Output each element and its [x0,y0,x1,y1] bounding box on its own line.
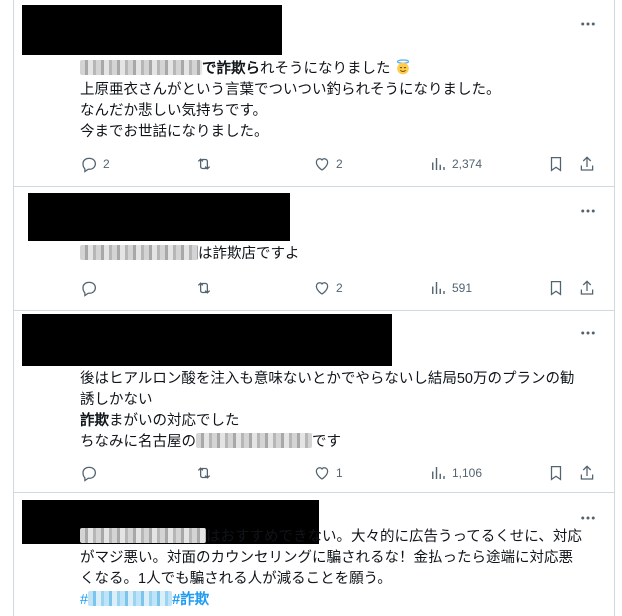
blurred-name [80,60,202,75]
post-line: くなる。1人でも騙される人が減ることを願う。 [80,571,392,587]
post-2[interactable]: は詐欺店ですよ 2 591 [14,187,614,311]
line-text: ちなみに名古屋の [80,434,196,450]
like-button[interactable]: 2 [313,154,343,174]
post-text: で詐欺られそうになりました 上原亜衣さんがという言葉でついつい釣られそうになりま… [80,59,602,143]
blurred-hashtag[interactable] [88,591,173,606]
reply-icon [82,157,97,173]
post-line: 上原亜衣さんがという言葉でついつい釣られそうになりました。 [80,82,501,98]
heart-icon [315,467,329,480]
line-text: です [312,434,341,450]
post-line: は詐欺店ですよ [80,244,602,265]
retweet-icon [197,158,211,170]
more-horizontal-icon[interactable] [578,508,598,528]
post-line: 誘しかない [80,392,153,408]
hashtag-link[interactable]: # [80,592,88,608]
blurred-name [196,433,312,448]
like-count: 1 [336,466,343,480]
more-horizontal-icon[interactable] [578,14,598,34]
blurred-name [80,528,206,543]
analytics-icon [432,158,445,170]
reply-button[interactable] [80,278,98,298]
view-count: 1,106 [452,466,483,480]
line-text: はおすすめできない。大々的に広告うってるくせに、対応 [206,529,582,545]
retweet-button[interactable] [195,463,213,483]
analytics-icon [432,282,445,294]
post-line: 詐欺まがいの対応でした [80,411,602,432]
like-count: 2 [336,281,343,295]
line-text: れそうになりました [260,61,391,77]
post-text: 後はヒアルロン酸を注入も意味ないとかでやらないし結局50万のプランの勧 誘しかな… [80,369,602,453]
bookmark-icon [550,280,562,296]
like-count: 2 [336,157,343,171]
bookmark-button[interactable] [547,278,565,298]
post-4[interactable]: はおすすめできない。大々的に広告うってるくせに、対応 がマジ悪い。対面のカウンセ… [14,493,614,616]
retweet-icon [197,467,211,479]
share-icon [580,280,594,295]
bold-text: 詐欺 [80,413,109,429]
retweet-button[interactable] [195,278,213,298]
views-button[interactable]: 591 [429,278,472,298]
post-line: はおすすめできない。大々的に広告うってるくせに、対応 [80,527,602,548]
post-line: ちなみに名古屋の です [80,432,602,453]
post-line: 今までお世話になりました。 [80,124,269,140]
retweet-icon [197,282,211,294]
post-text: は詐欺店ですよ [80,244,602,265]
view-count: 591 [452,281,473,295]
share-icon [580,156,594,171]
hashtag-link[interactable]: #詐欺 [172,592,209,608]
redacted-user-header [28,193,290,241]
post-3[interactable]: 後はヒアルロン酸を注入も意味ないとかでやらないし結局50万のプランの勧 誘しかな… [14,311,614,493]
line-text: は詐欺 [198,246,242,262]
heart-icon [315,158,329,171]
analytics-icon [432,467,445,479]
like-button[interactable]: 2 [313,278,343,298]
reply-button[interactable] [80,463,98,483]
reply-count: 2 [103,157,110,171]
views-button[interactable]: 1,106 [429,463,482,483]
redacted-user-header [22,314,392,366]
smiling-face-with-halo-icon [396,59,409,75]
timeline-frame: で詐欺られそうになりました 上原亜衣さんがという言葉でついつい釣られそうになりま… [13,0,615,616]
post-line: 後はヒアルロン酸を注入も意味ないとかでやらないし結局50万のプランの勧 [80,371,575,387]
bookmark-icon [550,156,562,172]
like-button[interactable]: 1 [313,463,343,483]
post-line: で詐欺られそうになりました [80,59,602,80]
retweet-button[interactable] [195,154,213,174]
share-button[interactable] [578,463,596,483]
bookmark-icon [550,465,562,481]
more-horizontal-icon[interactable] [578,201,598,221]
more-horizontal-icon[interactable] [578,323,598,343]
bookmark-button[interactable] [547,154,565,174]
bold-text: で詐欺ら [202,61,260,77]
reply-button[interactable]: 2 [80,154,110,174]
redacted-user-header [22,5,282,55]
blurred-name [80,245,198,260]
post-line: がマジ悪い。対面のカウンセリングに騙されるな！金払ったら途端に対応悪 [80,550,573,566]
post-actions: 1 1,106 [80,463,614,483]
line-text: 店ですよ [241,246,300,262]
post-1[interactable]: で詐欺られそうになりました 上原亜衣さんがという言葉でついつい釣られそうになりま… [14,0,614,187]
post-line: なんだか悲しい気持ちです。 [80,103,268,119]
share-button[interactable] [578,154,596,174]
share-button[interactable] [578,278,596,298]
view-count: 2,374 [452,157,483,171]
heart-icon [315,282,329,295]
reply-icon [82,466,97,482]
post-text: はおすすめできない。大々的に広告うってるくせに、対応 がマジ悪い。対面のカウンセ… [80,527,602,611]
hashtag-line: # #詐欺 [80,590,602,611]
reply-icon [82,281,97,297]
line-text: まがいの対応でした [109,413,240,429]
bookmark-button[interactable] [547,463,565,483]
post-actions: 2 2 2,374 [80,154,614,174]
share-icon [580,465,594,480]
post-actions: 2 591 [80,278,614,298]
views-button[interactable]: 2,374 [429,154,482,174]
